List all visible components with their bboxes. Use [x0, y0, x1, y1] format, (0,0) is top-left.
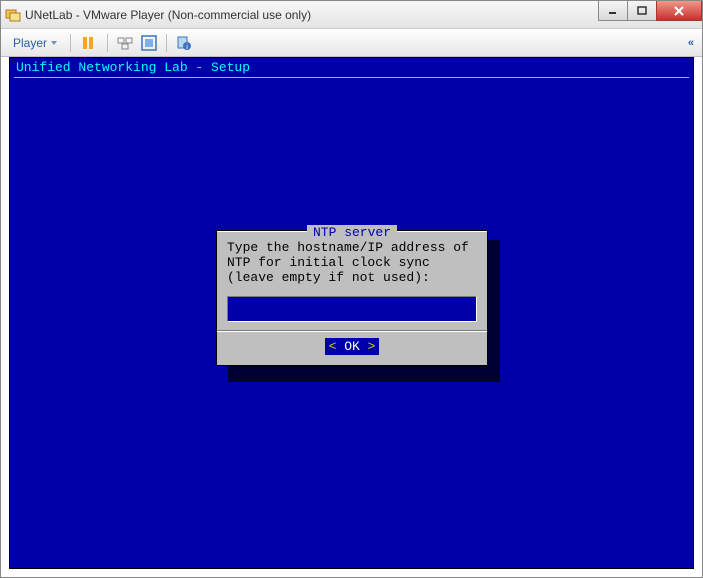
player-menu-button[interactable]: Player [7, 34, 63, 52]
app-icon [5, 7, 21, 23]
ok-button-label: OK [344, 339, 360, 354]
player-menu-label: Player [13, 36, 47, 50]
window-controls [599, 1, 702, 21]
toolbar-separator [166, 34, 167, 52]
dialog-message: Type the hostname/IP address of NTP for … [217, 239, 487, 292]
toolbar-separator [70, 34, 71, 52]
toolbar-separator [107, 34, 108, 52]
send-ctrl-alt-del-button[interactable] [115, 33, 135, 53]
collapse-toolbar-button[interactable]: « [688, 37, 694, 49]
ntp-server-input[interactable] [227, 296, 477, 322]
ok-button[interactable]: < OK > [325, 338, 380, 355]
terminal-divider [14, 77, 689, 78]
dialog-title: NTP server [307, 225, 397, 240]
minimize-button[interactable] [598, 1, 628, 21]
pause-vm-button[interactable] [78, 33, 98, 53]
terminal-header: Unified Networking Lab - Setup [10, 58, 693, 75]
vm-console[interactable]: Unified Networking Lab - Setup NTP serve… [9, 57, 694, 569]
window-titlebar: UNetLab - VMware Player (Non-commercial … [1, 1, 702, 29]
fullscreen-button[interactable] [139, 33, 159, 53]
maximize-button[interactable] [627, 1, 657, 21]
manage-button[interactable]: i [174, 33, 194, 53]
chevron-down-icon [51, 41, 57, 45]
close-button[interactable] [656, 1, 702, 21]
ntp-dialog: NTP server Type the hostname/IP address … [216, 230, 488, 366]
window-title: UNetLab - VMware Player (Non-commercial … [25, 8, 311, 22]
toolbar: Player i « [1, 29, 702, 57]
